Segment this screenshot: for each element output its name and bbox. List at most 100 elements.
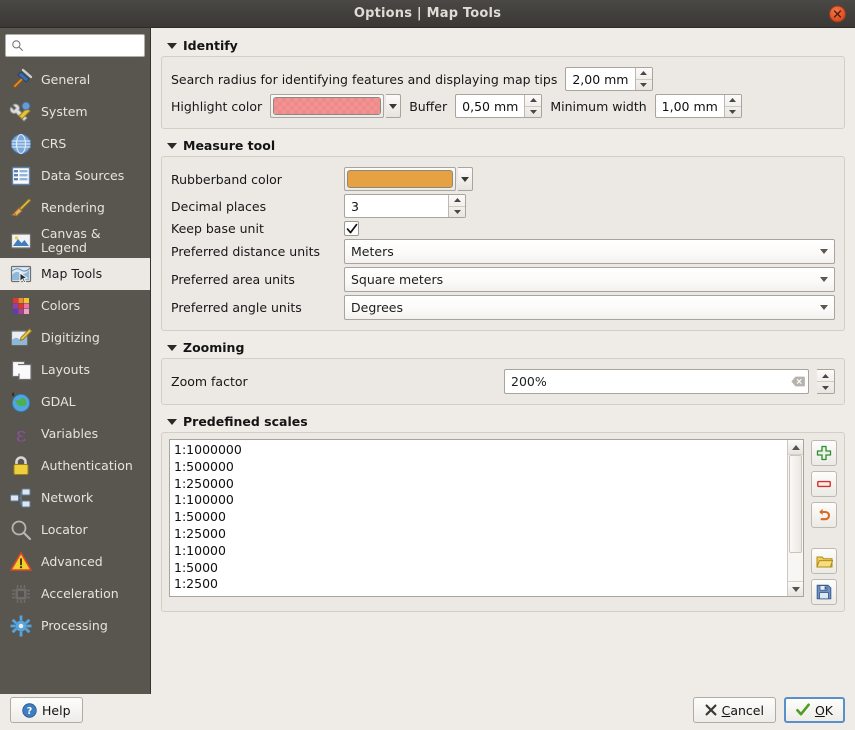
stepper-up-icon[interactable] xyxy=(449,195,465,206)
sidebar-item-canvas-legend[interactable]: Canvas & Legend xyxy=(0,224,150,258)
digitizing-pencil-icon xyxy=(8,325,34,351)
distance-units-combobox[interactable]: Meters xyxy=(344,239,835,264)
sidebar-item-label: Rendering xyxy=(41,201,105,215)
scales-list-item[interactable]: 1:500000 xyxy=(174,459,787,476)
scrollbar-track[interactable] xyxy=(788,455,803,581)
sidebar-item-acceleration[interactable]: Acceleration xyxy=(0,578,150,610)
stepper-up-icon[interactable] xyxy=(636,68,652,79)
search-input[interactable] xyxy=(25,38,140,54)
rubberband-color-button[interactable] xyxy=(344,167,456,191)
import-scales-button[interactable] xyxy=(811,548,837,574)
sidebar-item-advanced[interactable]: Advanced xyxy=(0,546,150,578)
globe-gdal-icon xyxy=(8,389,34,415)
angle-units-combobox[interactable]: Degrees xyxy=(344,295,835,320)
zooming-group-header[interactable]: Zooming xyxy=(167,340,845,355)
identify-group-header[interactable]: Identify xyxy=(167,38,845,53)
window-title: Options | Map Tools xyxy=(354,6,501,21)
sidebar-item-data-sources[interactable]: Data Sources xyxy=(0,160,150,192)
decimal-places-stepper[interactable] xyxy=(448,195,465,217)
canvas-legend-icon xyxy=(8,228,34,254)
gear-icon xyxy=(8,613,34,639)
scales-list-item[interactable]: 1:1000 xyxy=(174,593,787,596)
minimum-width-spinbox[interactable]: 1,00 mm xyxy=(655,94,742,118)
help-button[interactable]: ? Help xyxy=(10,697,83,723)
ok-button[interactable]: OK xyxy=(784,697,845,723)
zoom-factor-input[interactable]: 200% xyxy=(504,369,809,394)
scales-list-item[interactable]: 1:2500 xyxy=(174,576,787,593)
stepper-down-icon[interactable] xyxy=(725,106,741,118)
keep-base-unit-checkbox[interactable] xyxy=(344,221,359,236)
add-scale-button[interactable] xyxy=(811,440,837,466)
close-window-button[interactable] xyxy=(829,5,846,22)
distance-units-label: Preferred distance units xyxy=(171,244,336,259)
zoom-factor-stepper[interactable] xyxy=(817,370,834,393)
cancel-button[interactable]: Cancel xyxy=(693,697,776,723)
sidebar-item-layouts[interactable]: Layouts xyxy=(0,354,150,386)
search-radius-stepper[interactable] xyxy=(635,68,652,90)
search-radius-label: Search radius for identifying features a… xyxy=(171,72,557,87)
sidebar: General System xyxy=(0,28,151,694)
remove-scale-button[interactable] xyxy=(811,471,837,497)
sidebar-item-locator[interactable]: Locator xyxy=(0,514,150,546)
decimal-places-spinbox[interactable]: 3 xyxy=(344,194,466,218)
sidebar-item-variables[interactable]: ε Variables xyxy=(0,418,150,450)
scales-list[interactable]: 1:10000001:5000001:2500001:1000001:50000… xyxy=(169,439,804,597)
scales-list-item[interactable]: 1:10000 xyxy=(174,543,787,560)
buffer-stepper[interactable] xyxy=(524,95,541,117)
scroll-down-arrow-icon[interactable] xyxy=(788,581,803,596)
buffer-spinbox[interactable]: 0,50 mm xyxy=(455,94,542,118)
sidebar-item-label: Layouts xyxy=(41,363,90,377)
sidebar-item-crs[interactable]: CRS xyxy=(0,128,150,160)
sidebar-item-general[interactable]: General xyxy=(0,64,150,96)
stepper-down-icon[interactable] xyxy=(525,106,541,118)
sidebar-item-system[interactable]: System xyxy=(0,96,150,128)
sidebar-item-gdal[interactable]: GDAL xyxy=(0,386,150,418)
scales-list-items[interactable]: 1:10000001:5000001:2500001:1000001:50000… xyxy=(170,440,787,596)
sidebar-item-rendering[interactable]: Rendering xyxy=(0,192,150,224)
sidebar-item-label: Acceleration xyxy=(41,587,119,601)
predefined-scales-group-header[interactable]: Predefined scales xyxy=(167,414,845,429)
sidebar-search[interactable] xyxy=(5,34,145,57)
clear-text-icon[interactable] xyxy=(788,370,808,393)
highlight-color-dropdown[interactable] xyxy=(386,94,401,118)
sidebar-item-processing[interactable]: Processing xyxy=(0,610,150,642)
stepper-down-icon[interactable] xyxy=(817,381,834,393)
sidebar-item-network[interactable]: Network xyxy=(0,482,150,514)
sidebar-item-colors[interactable]: Colors xyxy=(0,290,150,322)
stepper-up-icon[interactable] xyxy=(525,95,541,106)
rubberband-color-picker[interactable] xyxy=(344,167,473,191)
area-units-combobox[interactable]: Square meters xyxy=(344,267,835,292)
network-icon xyxy=(8,485,34,511)
sidebar-item-authentication[interactable]: Authentication xyxy=(0,450,150,482)
scales-list-item[interactable]: 1:50000 xyxy=(174,509,787,526)
export-scales-button[interactable] xyxy=(811,579,837,605)
highlight-color-button[interactable] xyxy=(270,94,384,118)
stepper-up-icon[interactable] xyxy=(725,95,741,106)
reset-scales-button[interactable] xyxy=(811,502,837,528)
scales-list-item[interactable]: 1:25000 xyxy=(174,526,787,543)
rubberband-color-dropdown[interactable] xyxy=(458,167,473,191)
stepper-down-icon[interactable] xyxy=(449,206,465,218)
measure-group-header[interactable]: Measure tool xyxy=(167,138,845,153)
globe-grid-icon xyxy=(8,131,34,157)
scales-list-item[interactable]: 1:250000 xyxy=(174,476,787,493)
scales-scrollbar[interactable] xyxy=(787,440,803,596)
scroll-up-arrow-icon[interactable] xyxy=(788,440,803,455)
scales-list-item[interactable]: 1:5000 xyxy=(174,560,787,577)
scales-toolbar xyxy=(811,439,837,605)
minimum-width-stepper[interactable] xyxy=(724,95,741,117)
sidebar-item-label: Variables xyxy=(41,427,98,441)
stepper-down-icon[interactable] xyxy=(636,79,652,91)
sidebar-item-digitizing[interactable]: Digitizing xyxy=(0,322,150,354)
scrollbar-thumb[interactable] xyxy=(789,455,802,553)
title-bar: Options | Map Tools xyxy=(0,0,855,28)
lock-icon xyxy=(8,453,34,479)
scales-list-item[interactable]: 1:1000000 xyxy=(174,442,787,459)
search-radius-spinbox[interactable]: 2,00 mm xyxy=(565,67,652,91)
sidebar-item-map-tools[interactable]: Map Tools xyxy=(0,258,150,290)
identify-group: Search radius for identifying features a… xyxy=(161,56,845,129)
highlight-color-picker[interactable] xyxy=(270,94,401,118)
scales-list-item[interactable]: 1:100000 xyxy=(174,492,787,509)
stepper-up-icon[interactable] xyxy=(817,370,834,381)
keep-base-unit-label: Keep base unit xyxy=(171,221,336,236)
